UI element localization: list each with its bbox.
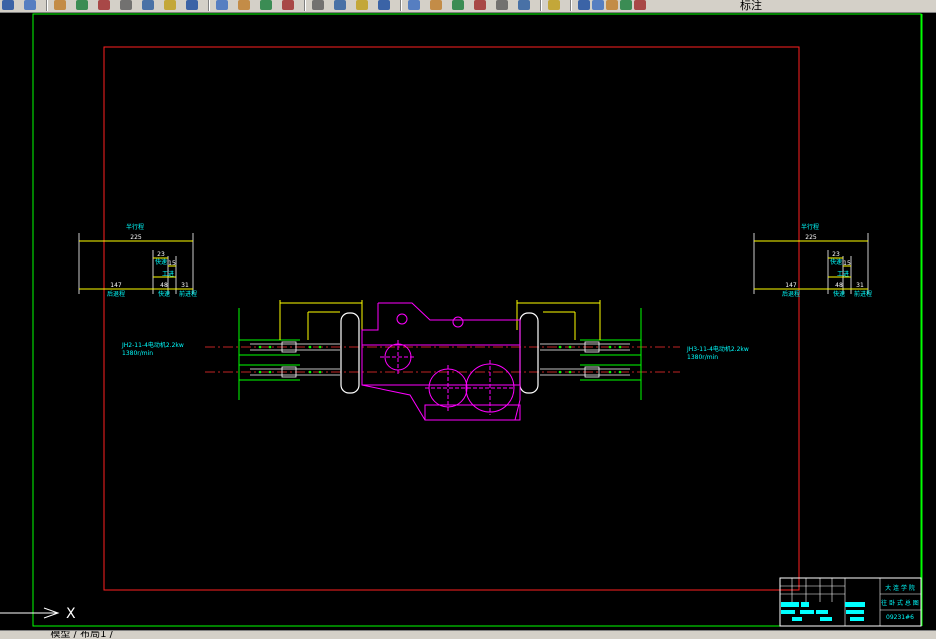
right-dim-a: 23 bbox=[832, 251, 840, 258]
right-dim-total: 225 bbox=[805, 234, 817, 241]
drawing-canvas[interactable]: 半行程 225 23 快速 15 工进 147 48 31 后退程 快速 前进程 bbox=[0, 12, 936, 630]
right-total-label: 半行程 bbox=[801, 223, 819, 231]
toolbar-separator bbox=[570, 0, 572, 11]
right-label-front: 前进程 bbox=[854, 290, 872, 298]
drawing-border bbox=[103, 46, 800, 591]
cut-icon[interactable] bbox=[142, 0, 154, 10]
left-dim-c: 147 bbox=[110, 282, 122, 289]
title-block: 大 连 学 院 往 卧 式 总 图 09231#6 bbox=[779, 577, 922, 627]
right-dim-d: 48 bbox=[835, 282, 843, 289]
zoom-previous-icon[interactable] bbox=[378, 0, 390, 10]
left-dim-total: 225 bbox=[130, 234, 142, 241]
block-icon[interactable] bbox=[238, 0, 250, 10]
save-icon[interactable] bbox=[24, 0, 36, 10]
left-dim-d: 48 bbox=[160, 282, 168, 289]
help-icon[interactable] bbox=[548, 0, 560, 10]
markup-icon[interactable] bbox=[496, 0, 508, 10]
left-label-work: 工进 bbox=[162, 270, 174, 278]
left-label-fast: 快速 bbox=[155, 258, 167, 266]
properties-icon[interactable] bbox=[408, 0, 420, 10]
paint-icon[interactable] bbox=[120, 0, 132, 10]
machine-assembly bbox=[205, 300, 680, 421]
title-school: 大 连 学 院 bbox=[885, 584, 915, 592]
right-motor-speed: 1380r/min bbox=[687, 354, 718, 361]
right-dim-c: 147 bbox=[785, 282, 797, 289]
ucs-icon: X bbox=[0, 606, 76, 622]
left-label-front: 前进程 bbox=[179, 290, 197, 298]
redo-arrow-icon[interactable] bbox=[282, 0, 294, 10]
match-properties-icon[interactable] bbox=[216, 0, 228, 10]
print-preview-icon[interactable] bbox=[76, 0, 88, 10]
left-label-retreat: 后退程 bbox=[107, 290, 125, 298]
pan-icon[interactable] bbox=[312, 0, 324, 10]
right-label-work: 工进 bbox=[837, 270, 849, 278]
left-total-label: 半行程 bbox=[126, 223, 144, 231]
layer-manager-icon[interactable] bbox=[578, 0, 590, 10]
left-dim-b: 15 bbox=[168, 260, 176, 267]
toolbar-separator bbox=[400, 0, 402, 11]
toolbar-separator bbox=[540, 0, 542, 11]
left-label-forward: 快速 bbox=[158, 290, 170, 298]
title-drawing-name: 往 卧 式 总 图 bbox=[881, 599, 919, 607]
tool-palette-icon[interactable] bbox=[452, 0, 464, 10]
right-dimension-diagram bbox=[753, 233, 869, 294]
undo-icon[interactable] bbox=[2, 0, 14, 10]
title-code: 09231#6 bbox=[886, 614, 914, 621]
toolbar-separator bbox=[46, 0, 48, 11]
zoom-window-icon[interactable] bbox=[356, 0, 368, 10]
lock-icon[interactable] bbox=[620, 0, 632, 10]
left-dim-a: 23 bbox=[157, 251, 165, 258]
left-dim-e: 31 bbox=[181, 282, 189, 289]
paste-icon[interactable] bbox=[186, 0, 198, 10]
right-label-fast: 快速 bbox=[830, 258, 842, 266]
publish-icon[interactable] bbox=[98, 0, 110, 10]
ucs-x-label: X bbox=[66, 606, 76, 622]
sun-icon[interactable] bbox=[606, 0, 618, 10]
right-dim-b: 15 bbox=[843, 260, 851, 267]
toolbar-separator bbox=[304, 0, 306, 11]
design-center-icon[interactable] bbox=[430, 0, 442, 10]
right-label-forward: 快速 bbox=[833, 290, 845, 298]
right-label-retreat: 后退程 bbox=[782, 290, 800, 298]
copy-icon[interactable] bbox=[164, 0, 176, 10]
bulb-icon[interactable] bbox=[592, 0, 604, 10]
right-dim-e: 31 bbox=[856, 282, 864, 289]
layer-color-icon[interactable] bbox=[634, 0, 646, 10]
sheet-set-icon[interactable] bbox=[474, 0, 486, 10]
zoom-realtime-icon[interactable] bbox=[334, 0, 346, 10]
left-dimension-diagram bbox=[78, 233, 194, 294]
undo-arrow-icon[interactable] bbox=[260, 0, 272, 10]
calculator-icon[interactable] bbox=[518, 0, 530, 10]
plot-icon[interactable] bbox=[54, 0, 66, 10]
toolbar-separator bbox=[208, 0, 210, 11]
left-motor-spec: JH2-11-4电动机2.2kw bbox=[121, 341, 184, 349]
right-motor-spec: JH3-11-4电动机2.2kw bbox=[686, 345, 749, 353]
left-motor-speed: 1380r/min bbox=[122, 350, 153, 357]
